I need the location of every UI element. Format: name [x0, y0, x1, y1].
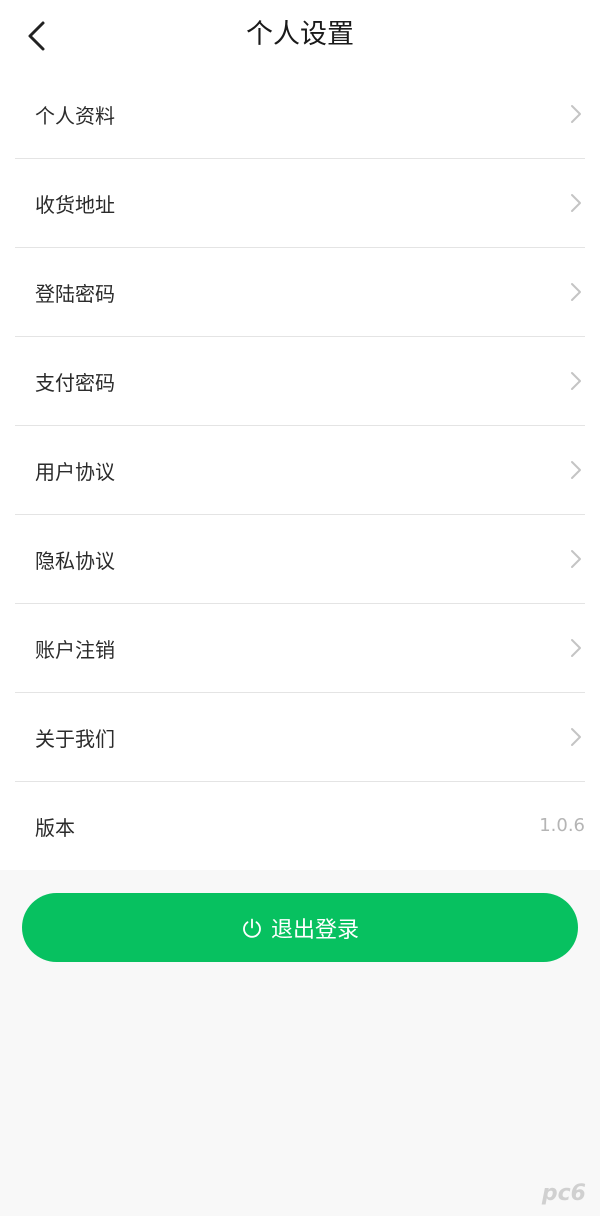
menu-item-version: 版本 1.0.6 [15, 782, 585, 870]
chevron-left-icon [28, 21, 45, 51]
logout-label: 退出登录 [270, 917, 359, 943]
watermark-logo: pc6 [541, 1181, 586, 1206]
menu-item-about-us[interactable]: 关于我们 [15, 693, 585, 782]
menu-item-label: 隐私协议 [35, 548, 115, 573]
menu-item-label: 登陆密码 [35, 281, 115, 306]
version-value: 1.0.6 [539, 815, 585, 836]
menu-item-account-deletion[interactable]: 账户注销 [15, 604, 585, 693]
menu-item-label: 用户协议 [35, 459, 115, 484]
menu-item-label: 支付密码 [35, 370, 115, 395]
page-title: 个人设置 [246, 19, 354, 50]
menu-item-label: 收货地址 [35, 192, 115, 217]
menu-item-payment-password[interactable]: 支付密码 [15, 337, 585, 426]
menu-item-label: 账户注销 [35, 637, 115, 662]
chevron-right-icon [571, 728, 581, 746]
menu-item-profile[interactable]: 个人资料 [15, 70, 585, 159]
menu-item-label: 关于我们 [35, 726, 115, 751]
settings-list: 个人资料 收货地址 登陆密码 支付密码 用户协议 隐私协议 账户注销 关于我们 … [0, 70, 600, 870]
menu-item-user-agreement[interactable]: 用户协议 [15, 426, 585, 515]
chevron-right-icon [571, 639, 581, 657]
menu-item-shipping-address[interactable]: 收货地址 [15, 159, 585, 248]
chevron-right-icon [571, 550, 581, 568]
chevron-right-icon [571, 372, 581, 390]
version-label: 版本 [35, 815, 75, 840]
menu-item-privacy-policy[interactable]: 隐私协议 [15, 515, 585, 604]
power-icon [243, 918, 261, 938]
top-bar: 个人设置 [0, 0, 600, 70]
chevron-right-icon [571, 461, 581, 479]
chevron-right-icon [571, 194, 581, 212]
menu-item-login-password[interactable]: 登陆密码 [15, 248, 585, 337]
menu-item-label: 个人资料 [35, 103, 115, 128]
logout-button[interactable]: 退出登录 [22, 893, 578, 962]
chevron-right-icon [571, 283, 581, 301]
back-button[interactable] [14, 14, 58, 58]
chevron-right-icon [571, 105, 581, 123]
